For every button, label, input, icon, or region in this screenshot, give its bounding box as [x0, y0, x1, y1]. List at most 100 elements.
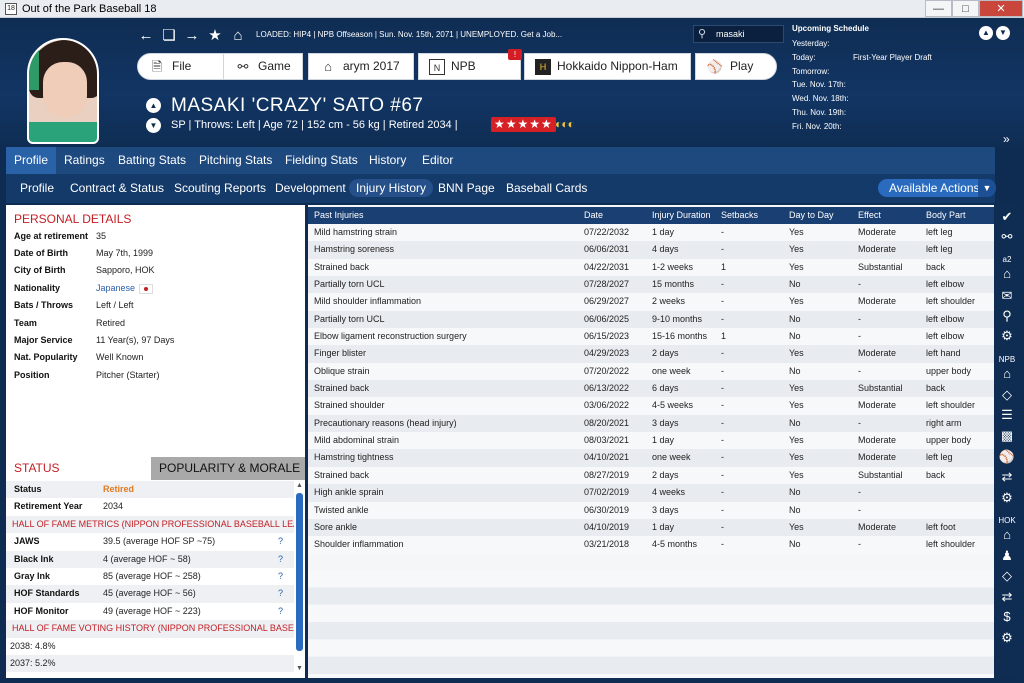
table-row[interactable]: Strained back 08/27/2019 2 days - Yes Substan…	[308, 466, 994, 485]
help-icon[interactable]: ?	[278, 603, 283, 620]
table-row[interactable]: Sore ankle 04/10/2019 1 day - Yes Moderate lef…	[308, 518, 994, 537]
col-setbacks[interactable]: Setbacks	[721, 207, 758, 224]
tab-profile[interactable]: Profile	[6, 147, 57, 174]
npb-logo-icon: N	[429, 58, 445, 75]
table-row[interactable]: Strained shoulder 03/06/2022 4-5 weeks - Yes…	[308, 397, 994, 415]
gear-icon[interactable]: ⚙	[998, 629, 1016, 647]
tab-popularity-morale[interactable]: POPULARITY & MORALE	[151, 457, 305, 480]
available-actions-button[interactable]: Available Actions ▼	[878, 179, 996, 197]
star-icon[interactable]: ★	[205, 26, 225, 46]
help-icon[interactable]: ?	[278, 568, 283, 585]
baseball-icon[interactable]: ⚾	[998, 448, 1016, 466]
table-row[interactable]: Mild abdominal strain 08/03/2021 1 day - Yes…	[308, 432, 994, 450]
help-icon[interactable]: ?	[278, 585, 283, 602]
table-row[interactable]: Hamstring tightness 04/10/2021 one week - Ye…	[308, 449, 994, 467]
col-day-to-day[interactable]: Day to Day	[789, 207, 834, 224]
tab-fielding-stats[interactable]: Fielding Stats	[277, 147, 366, 174]
table-row[interactable]: Oblique strain 07/20/2022 one week - No - uppe…	[308, 362, 994, 381]
baseball-diamond-icon[interactable]: ◇	[998, 567, 1016, 585]
subtab-bnn-page[interactable]: BNN Page	[431, 179, 502, 197]
cell-date: 04/10/2021	[584, 452, 630, 463]
subtab-injury-history[interactable]: Injury History	[349, 179, 434, 197]
status-scrollbar[interactable]: ▲ ▼	[294, 481, 305, 676]
help-icon[interactable]: ?	[278, 551, 283, 568]
baseball-diamond-icon[interactable]: ◇	[998, 386, 1016, 404]
col-body-part[interactable]: Body Part	[926, 207, 966, 224]
col-injury-duration[interactable]: Injury Duration	[652, 207, 711, 224]
transfer-icon[interactable]: ⇄	[998, 588, 1016, 606]
copy-icon[interactable]: ❏	[159, 26, 179, 46]
table-row[interactable]: Strained back 06/13/2022 6 days - Yes Substan…	[308, 380, 994, 398]
manager-menu-button[interactable]: ⌂ arym 2017	[308, 53, 414, 80]
home-icon[interactable]: ⌂	[228, 26, 248, 46]
scroll-up-icon[interactable]: ▲	[296, 482, 303, 489]
table-row[interactable]: Elbow ligament reconstruction surgery 06/…	[308, 328, 994, 346]
table-row[interactable]: Mild shoulder inflammation 06/29/2027 2 we…	[308, 293, 994, 311]
home-icon[interactable]: ⌂	[998, 526, 1016, 544]
dollar-icon[interactable]: $	[998, 608, 1016, 626]
list-icon[interactable]: ☰	[998, 406, 1016, 424]
home-icon[interactable]: ⌂	[998, 265, 1016, 283]
table-body: Mild hamstring strain 07/22/2032 1 day - Yes…	[308, 224, 994, 554]
table-row[interactable]: Mild hamstring strain 07/22/2032 1 day - Yes…	[308, 224, 994, 242]
table-row[interactable]: Finger blister 04/29/2023 2 days - Yes Modera…	[308, 345, 994, 363]
col-effect[interactable]: Effect	[858, 207, 881, 224]
table-row[interactable]: Partially torn UCL 06/06/2025 9-10 months -…	[308, 310, 994, 329]
subtab-scouting-reports[interactable]: Scouting Reports	[167, 179, 273, 197]
cell-setbacks: -	[721, 244, 724, 255]
previous-player-icon[interactable]: ▲	[146, 98, 161, 113]
play-menu-button[interactable]: ⚾ Play	[695, 53, 777, 80]
cell-body-part: back	[926, 261, 946, 272]
secondary-tabs: Profile Contract & Status Scouting Repor…	[6, 174, 996, 203]
scrollbar-thumb[interactable]	[296, 493, 303, 651]
subtab-development[interactable]: Development	[268, 179, 353, 197]
gear-icon[interactable]: ⚙	[998, 327, 1016, 345]
forward-arrow-icon[interactable]: →	[182, 26, 202, 46]
expand-chevron-icon[interactable]: »	[1003, 132, 1010, 146]
table-row[interactable]: Partially torn UCL 07/28/2027 15 months - No…	[308, 276, 994, 294]
table-row[interactable]: Shoulder inflammation 03/21/2018 4-5 month…	[308, 536, 994, 554]
tab-history[interactable]: History	[361, 147, 414, 174]
table-row[interactable]: Precautionary reasons (head injury) 08/20…	[308, 414, 994, 433]
schedule-down-icon[interactable]: ▼	[996, 26, 1010, 40]
subtab-profile[interactable]: Profile	[13, 179, 61, 197]
npb-menu-button[interactable]: N NPB !	[418, 49, 522, 80]
search-icon[interactable]: ⚲	[998, 307, 1016, 325]
minimize-button[interactable]: —	[925, 0, 952, 17]
maximize-button[interactable]: □	[952, 0, 979, 17]
back-arrow-icon[interactable]: ←	[136, 26, 156, 46]
transfer-icon[interactable]: ⇄	[998, 468, 1016, 486]
tab-status[interactable]: STATUS	[6, 457, 151, 480]
close-button[interactable]: ✕	[979, 0, 1023, 17]
globe-icon[interactable]: ⚯	[998, 228, 1016, 246]
table-row[interactable]: High ankle sprain 07/02/2019 4 weeks - No -	[308, 484, 994, 502]
players-icon[interactable]: ♟	[998, 547, 1016, 565]
subtab-baseball-cards[interactable]: Baseball Cards	[499, 179, 594, 197]
table-row[interactable]: Twisted ankle 06/30/2019 3 days - No -	[308, 501, 994, 519]
col-past-injuries[interactable]: Past Injuries	[314, 207, 364, 224]
chevron-down-icon[interactable]: ▼	[978, 179, 996, 197]
check-circle-icon[interactable]: ✔	[998, 208, 1016, 226]
schedule-up-icon[interactable]: ▲	[979, 26, 993, 40]
table-row[interactable]: Hamstring soreness 06/06/2031 4 days - Yes Mo…	[308, 241, 994, 259]
search-input[interactable]: masaki	[716, 26, 745, 42]
bar-chart-icon[interactable]: ▩	[998, 427, 1016, 445]
help-icon[interactable]: ?	[278, 533, 283, 550]
team-menu-button[interactable]: H Hokkaido Nippon-Ham	[524, 53, 691, 80]
mail-icon[interactable]: ✉	[998, 287, 1016, 305]
cell-setbacks: -	[721, 279, 724, 290]
gear-icon[interactable]: ⚙	[998, 489, 1016, 507]
tab-ratings[interactable]: Ratings	[56, 147, 113, 174]
home-icon[interactable]: ⌂	[998, 365, 1016, 383]
next-player-icon[interactable]: ▼	[146, 118, 161, 133]
search-box[interactable]: ⚲ masaki	[693, 25, 784, 43]
tab-batting-stats[interactable]: Batting Stats	[110, 147, 194, 174]
col-date[interactable]: Date	[584, 207, 603, 224]
scroll-down-icon[interactable]: ▼	[296, 665, 303, 672]
game-menu-button[interactable]: ⚯ Game	[223, 53, 303, 80]
subtab-contract-status[interactable]: Contract & Status	[63, 179, 171, 197]
nationality-link[interactable]: Japanese	[96, 280, 154, 297]
table-row[interactable]: Strained back 04/22/2031 1-2 weeks 1 Yes Subs…	[308, 258, 994, 277]
tab-editor[interactable]: Editor	[414, 147, 461, 174]
tab-pitching-stats[interactable]: Pitching Stats	[191, 147, 280, 174]
